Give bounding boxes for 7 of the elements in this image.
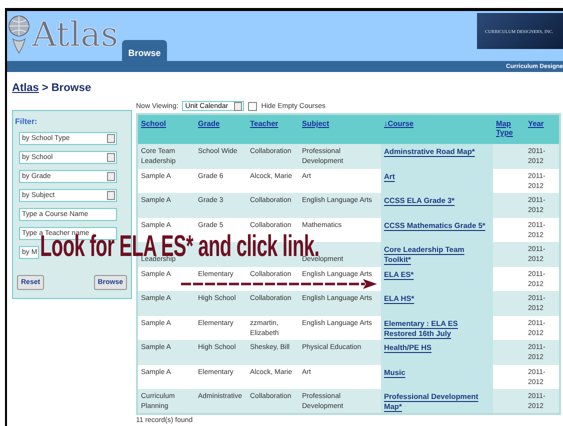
breadcrumb-link[interactable]: Atlas xyxy=(12,82,39,96)
breadcrumb-current: Browse xyxy=(51,82,92,96)
filter-title: Filter: xyxy=(14,117,38,126)
hide-empty-checkbox[interactable] xyxy=(248,102,258,110)
logo-wordmark: Atlas xyxy=(32,14,118,56)
breadcrumb-separator: > xyxy=(42,82,48,96)
browse-tab[interactable]: Browse xyxy=(122,40,167,61)
